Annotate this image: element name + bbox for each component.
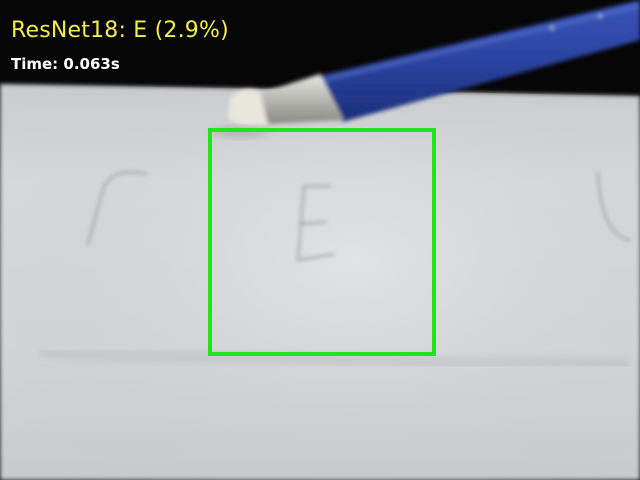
pencil-dot [550,26,554,30]
inference-time-label: Time: 0.063s [11,55,120,73]
pencil-dot [598,14,602,18]
prediction-label: ResNet18: E (2.9%) [11,18,229,43]
camera-frame: ResNet18: E (2.9%) Time: 0.063s [0,0,640,480]
detection-box [208,128,436,356]
